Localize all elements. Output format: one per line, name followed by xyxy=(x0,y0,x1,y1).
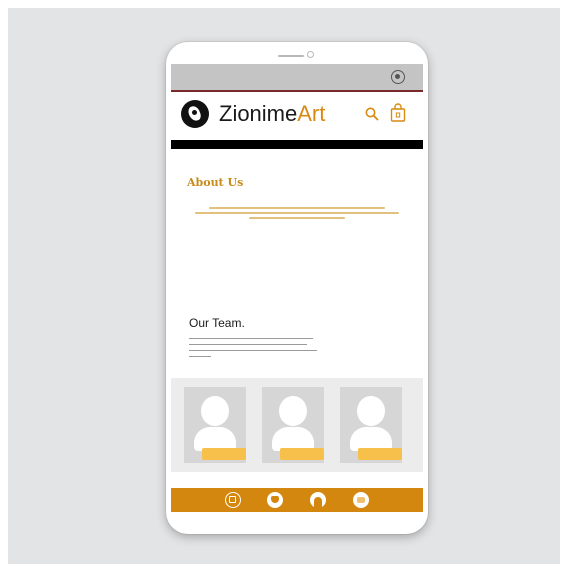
header-divider-bar xyxy=(171,140,423,149)
chat-icon[interactable] xyxy=(353,492,369,508)
bottom-navigation xyxy=(171,488,423,512)
app-screen: ZionimeArt About Us Our Team. xyxy=(171,64,423,512)
search-icon[interactable] xyxy=(364,106,380,122)
headphones-icon[interactable] xyxy=(310,492,326,508)
phone-speaker xyxy=(278,55,304,57)
avatar-placeholder-icon xyxy=(201,396,229,426)
phone-mockup: ZionimeArt About Us Our Team. xyxy=(166,42,428,534)
app-header: ZionimeArt xyxy=(171,92,423,140)
member-name-tag xyxy=(202,448,246,460)
brand-name-accent: Art xyxy=(297,101,326,126)
team-paragraph xyxy=(189,338,319,362)
member-name-tag xyxy=(358,448,402,460)
about-paragraph xyxy=(191,207,403,222)
team-member-card[interactable] xyxy=(184,387,246,463)
shopping-bag-icon[interactable] xyxy=(389,103,407,123)
team-member-card[interactable] xyxy=(262,387,324,463)
phone-camera xyxy=(307,51,314,58)
status-record-icon xyxy=(391,70,405,84)
team-member-card[interactable] xyxy=(340,387,402,463)
avatar-placeholder-icon xyxy=(279,396,307,426)
brand-name-primary: Zionime xyxy=(219,101,298,126)
team-heading: Our Team. xyxy=(189,316,245,330)
status-bar xyxy=(171,64,423,92)
home-icon[interactable] xyxy=(225,492,241,508)
avatar-placeholder-icon xyxy=(357,396,385,426)
brand-logo-icon[interactable] xyxy=(181,100,209,128)
brand-name[interactable]: ZionimeArt xyxy=(219,100,325,128)
shopping-basket-icon[interactable] xyxy=(267,492,283,508)
team-members-strip xyxy=(171,378,423,472)
about-heading: About Us xyxy=(187,176,244,189)
member-name-tag xyxy=(280,448,324,460)
home-indicator xyxy=(291,516,305,520)
